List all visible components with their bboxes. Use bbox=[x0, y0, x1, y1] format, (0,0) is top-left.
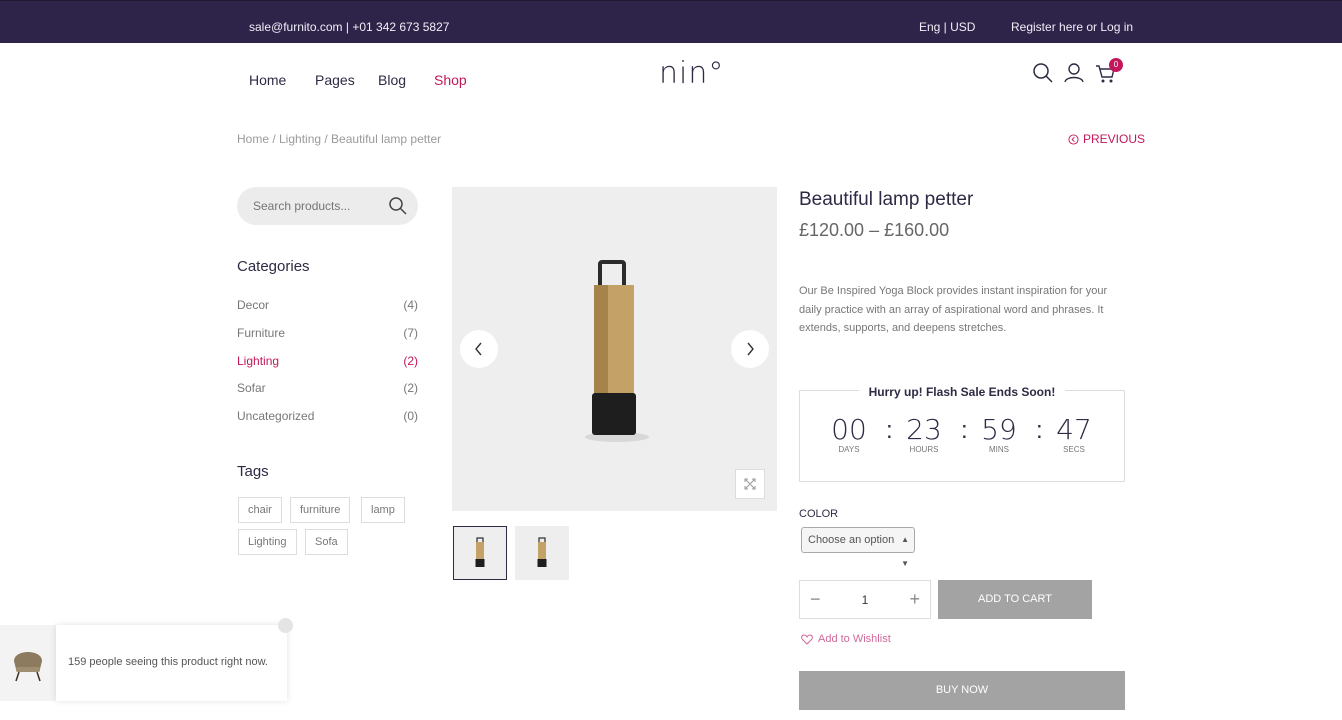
contact-info: sale@furnito.com | +01 342 673 5827 bbox=[249, 20, 450, 34]
product-description: Our Be Inspired Yoga Block provides inst… bbox=[799, 285, 1108, 334]
product-image bbox=[585, 260, 649, 442]
heart-icon bbox=[801, 633, 813, 645]
product-search bbox=[237, 187, 418, 225]
register-login-link[interactable]: Register here or Log in bbox=[1011, 20, 1133, 34]
expand-icon bbox=[744, 478, 756, 490]
user-icon[interactable] bbox=[1063, 62, 1085, 84]
chair-image bbox=[14, 652, 42, 682]
flash-sale-countdown: Hurry up! Flash Sale Ends Soon! 00 DAYS … bbox=[799, 385, 1125, 482]
chevron-right-icon bbox=[747, 342, 754, 356]
next-image-button[interactable] bbox=[731, 330, 769, 368]
nav-pages[interactable]: Pages bbox=[315, 72, 355, 88]
countdown-separator: : bbox=[886, 417, 893, 444]
thumbnail-image bbox=[475, 537, 485, 567]
gallery-thumbnail[interactable] bbox=[453, 526, 507, 580]
site-logo[interactable]: nin° bbox=[659, 56, 724, 91]
category-count: (2) bbox=[403, 381, 418, 395]
search-icon[interactable] bbox=[1032, 62, 1054, 84]
flash-sale-title-wrap: Hurry up! Flash Sale Ends Soon! bbox=[800, 383, 1124, 401]
top-bar: sale@furnito.com | +01 342 673 5827 Eng … bbox=[0, 0, 1342, 43]
flash-sale-title: Hurry up! Flash Sale Ends Soon! bbox=[858, 385, 1066, 399]
categories-title: Categories bbox=[237, 258, 310, 275]
breadcrumb[interactable]: Home / Lighting / Beautiful lamp petter bbox=[237, 132, 441, 146]
days-value: 00 bbox=[831, 413, 867, 446]
nav-shop[interactable]: Shop bbox=[434, 72, 467, 88]
tag-lamp[interactable]: lamp bbox=[361, 497, 405, 523]
quantity-input[interactable]: 1 bbox=[850, 593, 880, 607]
gallery-thumbnail[interactable] bbox=[515, 526, 569, 580]
category-name: Decor bbox=[237, 298, 270, 312]
category-item[interactable]: Furniture (7) bbox=[237, 326, 418, 340]
category-name: Lighting bbox=[237, 354, 280, 368]
mins-label: MINS bbox=[989, 445, 1009, 454]
quantity-stepper: − 1 + bbox=[799, 580, 931, 619]
hours-label: HOURS bbox=[909, 445, 939, 454]
select-caret-icon: ▲ ▼ bbox=[901, 535, 909, 568]
tags-title: Tags bbox=[237, 463, 269, 480]
category-count: (2) bbox=[403, 354, 418, 368]
countdown-days: 00 DAYS bbox=[819, 413, 879, 455]
social-proof-popup: 159 people seeing this product right now… bbox=[0, 618, 293, 701]
category-item[interactable]: Sofar (2) bbox=[237, 381, 418, 395]
add-to-wishlist-link[interactable]: Add to Wishlist bbox=[801, 633, 891, 645]
popup-product-thumb bbox=[0, 625, 56, 701]
quantity-decrease-button[interactable]: − bbox=[810, 589, 821, 610]
category-item[interactable]: Uncategorized (0) bbox=[237, 409, 418, 423]
header-icons: 0 bbox=[1032, 58, 1132, 88]
quantity-increase-button[interactable]: + bbox=[909, 589, 920, 610]
category-name: Sofar bbox=[237, 381, 266, 395]
color-select[interactable]: Choose an option ▲ ▼ bbox=[801, 527, 915, 568]
countdown-mins: 59 MINS bbox=[969, 413, 1029, 455]
search-icon[interactable] bbox=[388, 196, 408, 216]
category-name: Furniture bbox=[237, 326, 286, 340]
countdown-secs: 47 SECS bbox=[1044, 413, 1104, 455]
secs-label: SECS bbox=[1063, 445, 1085, 454]
nav-blog[interactable]: Blog bbox=[378, 72, 406, 88]
color-label: COLOR bbox=[799, 508, 839, 520]
mins-value: 59 bbox=[981, 413, 1017, 446]
wishlist-label: Add to Wishlist bbox=[818, 633, 891, 645]
secs-value: 47 bbox=[1056, 413, 1092, 446]
tag-lighting[interactable]: Lighting bbox=[238, 529, 297, 555]
chevron-left-circle-icon bbox=[1068, 133, 1079, 145]
nav-home[interactable]: Home bbox=[249, 72, 286, 88]
tag-furniture[interactable]: furniture bbox=[290, 497, 351, 523]
hours-value: 23 bbox=[906, 413, 942, 446]
category-item[interactable]: Decor (4) bbox=[237, 298, 418, 312]
category-count: (7) bbox=[403, 326, 418, 340]
category-count: (4) bbox=[403, 298, 418, 312]
color-selected-value: Choose an option bbox=[808, 534, 895, 546]
zoom-button[interactable] bbox=[735, 469, 765, 499]
tag-sofa[interactable]: Sofa bbox=[305, 529, 348, 555]
product-title: Beautiful lamp petter bbox=[799, 189, 974, 210]
previous-product-link[interactable]: PREVIOUS bbox=[1068, 132, 1145, 146]
cart-count-badge: 0 bbox=[1109, 58, 1123, 72]
days-label: DAYS bbox=[838, 445, 860, 454]
countdown-separator: : bbox=[961, 417, 968, 444]
product-price: £120.00 – £160.00 bbox=[799, 220, 950, 240]
countdown-hours: 23 HOURS bbox=[894, 413, 954, 455]
product-gallery bbox=[452, 187, 777, 511]
prev-image-button[interactable] bbox=[460, 330, 498, 368]
thumbnail-image bbox=[537, 537, 547, 567]
category-count: (0) bbox=[403, 409, 418, 423]
buy-now-button[interactable]: BUY NOW bbox=[799, 671, 1125, 710]
popup-message: 159 people seeing this product right now… bbox=[56, 625, 287, 701]
add-to-cart-button[interactable]: ADD TO CART bbox=[938, 580, 1092, 619]
countdown-separator: : bbox=[1036, 417, 1043, 444]
tag-chair[interactable]: chair bbox=[238, 497, 282, 523]
previous-label: PREVIOUS bbox=[1083, 132, 1146, 146]
chevron-left-icon bbox=[475, 342, 482, 356]
category-name: Uncategorized bbox=[237, 409, 315, 423]
language-currency-switcher[interactable]: Eng | USD bbox=[919, 20, 975, 34]
search-input[interactable] bbox=[253, 197, 383, 215]
popup-close-button[interactable] bbox=[278, 618, 293, 633]
category-item[interactable]: Lighting (2) bbox=[237, 354, 418, 368]
